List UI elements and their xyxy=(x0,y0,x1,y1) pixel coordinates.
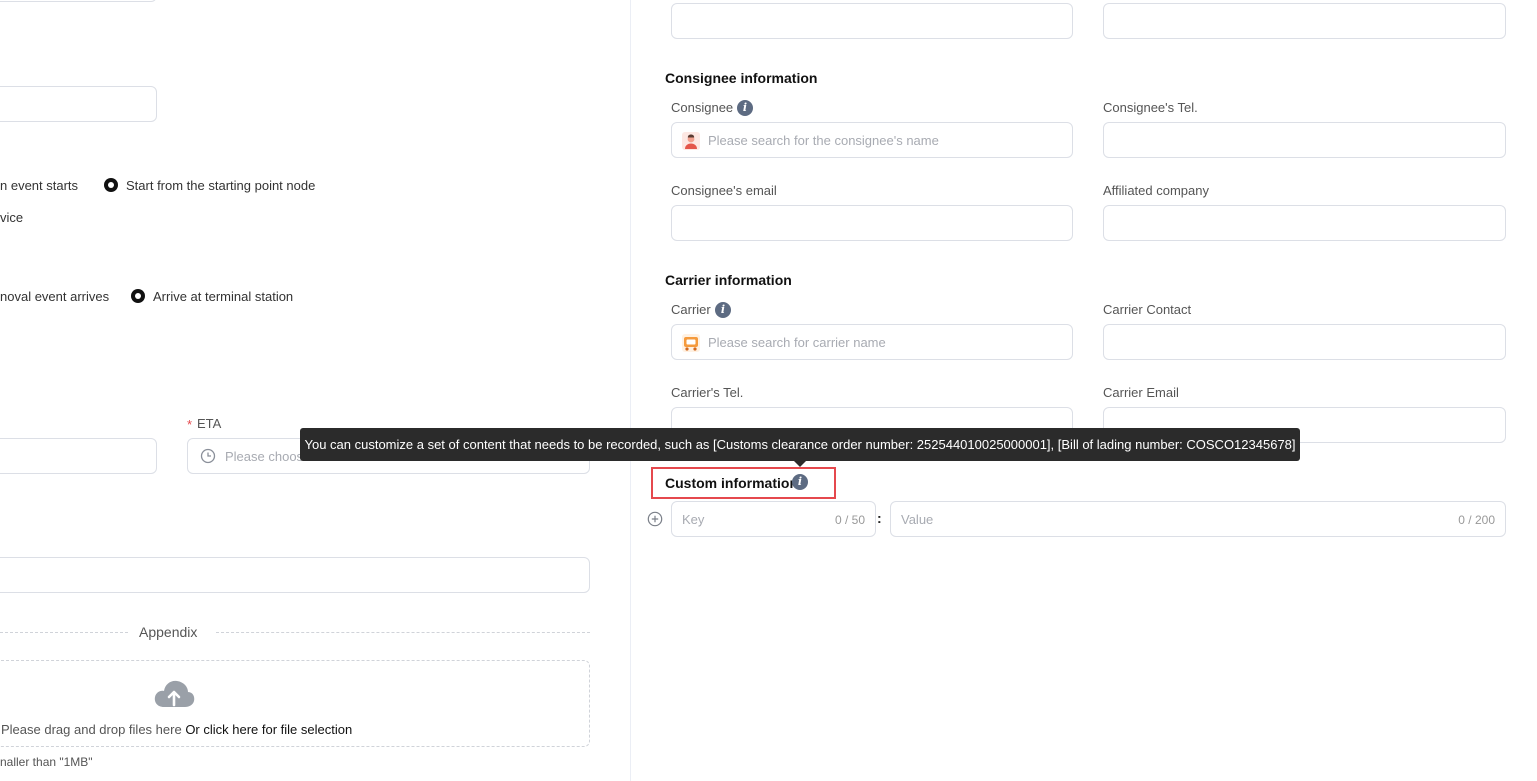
removal-event-option-label[interactable]: noval event arrives xyxy=(0,289,109,304)
appendix-divider-right xyxy=(216,632,590,633)
value-char-counter: 0 / 200 xyxy=(1458,513,1495,527)
carrier-email-label: Carrier Email xyxy=(1103,385,1179,400)
top-left-input[interactable] xyxy=(671,3,1073,39)
affiliated-company-input[interactable] xyxy=(1103,205,1506,241)
value-placeholder: Value xyxy=(901,512,934,527)
carrier-placeholder: Please search for carrier name xyxy=(708,335,886,350)
consignee-section-title: Consignee information xyxy=(665,70,818,86)
left-input-1[interactable] xyxy=(0,86,157,122)
left-wide-input[interactable] xyxy=(0,557,590,593)
upload-size-hint: naller than "1MB" xyxy=(0,755,93,769)
carrier-contact-input[interactable] xyxy=(1103,324,1506,360)
upload-instruction: Please drag and drop files here xyxy=(1,722,182,737)
carrier-contact-label: Carrier Contact xyxy=(1103,302,1192,317)
consignee-label: Consignee xyxy=(671,100,734,115)
carrier-tel-label: Carrier's Tel. xyxy=(671,385,744,400)
radio-arrive-terminal[interactable] xyxy=(131,289,145,303)
carrier-search-input[interactable]: Please search for carrier name xyxy=(671,324,1073,360)
consignee-tel-label: Consignee's Tel. xyxy=(1103,100,1198,115)
panel-divider xyxy=(630,0,631,781)
key-value-separator: : xyxy=(877,510,882,526)
custom-section-title: Custom information xyxy=(665,475,798,491)
info-icon[interactable]: i xyxy=(715,302,731,318)
appendix-divider-left xyxy=(0,632,128,633)
left-date-input[interactable] xyxy=(0,438,157,474)
custom-key-input[interactable]: Key 0 / 50 xyxy=(671,501,876,537)
info-icon[interactable]: i xyxy=(737,100,753,116)
consignee-search-input[interactable]: Please search for the consignee's name xyxy=(671,122,1073,158)
consignee-email-label: Consignee's email xyxy=(671,183,777,198)
service-text: vice xyxy=(0,210,24,225)
top-right-input[interactable] xyxy=(1103,3,1506,39)
clock-icon xyxy=(200,448,216,469)
key-placeholder: Key xyxy=(682,512,705,527)
file-select-link[interactable]: Or click here for file selection xyxy=(185,722,352,737)
carrier-section-title: Carrier information xyxy=(665,272,792,288)
custom-info-tooltip: You can customize a set of content that … xyxy=(300,428,1300,461)
carrier-label: Carrier xyxy=(671,302,711,317)
event-start-option-label[interactable]: n event starts xyxy=(0,178,78,193)
truck-icon xyxy=(682,334,700,357)
appendix-label: Appendix xyxy=(139,624,198,640)
info-icon[interactable]: i xyxy=(792,474,808,490)
cloud-upload-icon xyxy=(153,679,195,714)
consignee-tel-input[interactable] xyxy=(1103,122,1506,158)
consignee-placeholder: Please search for the consignee's name xyxy=(708,133,939,148)
person-avatar-icon xyxy=(682,132,700,155)
add-circle-icon[interactable] xyxy=(647,511,663,532)
radio-start-from-node[interactable] xyxy=(104,178,118,192)
eta-required-mark: * xyxy=(187,417,193,432)
start-from-node-label[interactable]: Start from the starting point node xyxy=(126,178,315,193)
custom-value-input[interactable]: Value 0 / 200 xyxy=(890,501,1506,537)
affiliated-company-label: Affiliated company xyxy=(1103,183,1209,198)
eta-label: ETA xyxy=(197,416,222,431)
arrive-terminal-label[interactable]: Arrive at terminal station xyxy=(153,289,293,304)
eta-placeholder: Please choose xyxy=(225,449,311,464)
key-char-counter: 0 / 50 xyxy=(834,513,865,527)
consignee-email-input[interactable] xyxy=(671,205,1073,241)
left-top-input[interactable] xyxy=(0,0,157,2)
file-upload-dropzone[interactable]: Please drag and drop files here Or click… xyxy=(0,660,590,747)
